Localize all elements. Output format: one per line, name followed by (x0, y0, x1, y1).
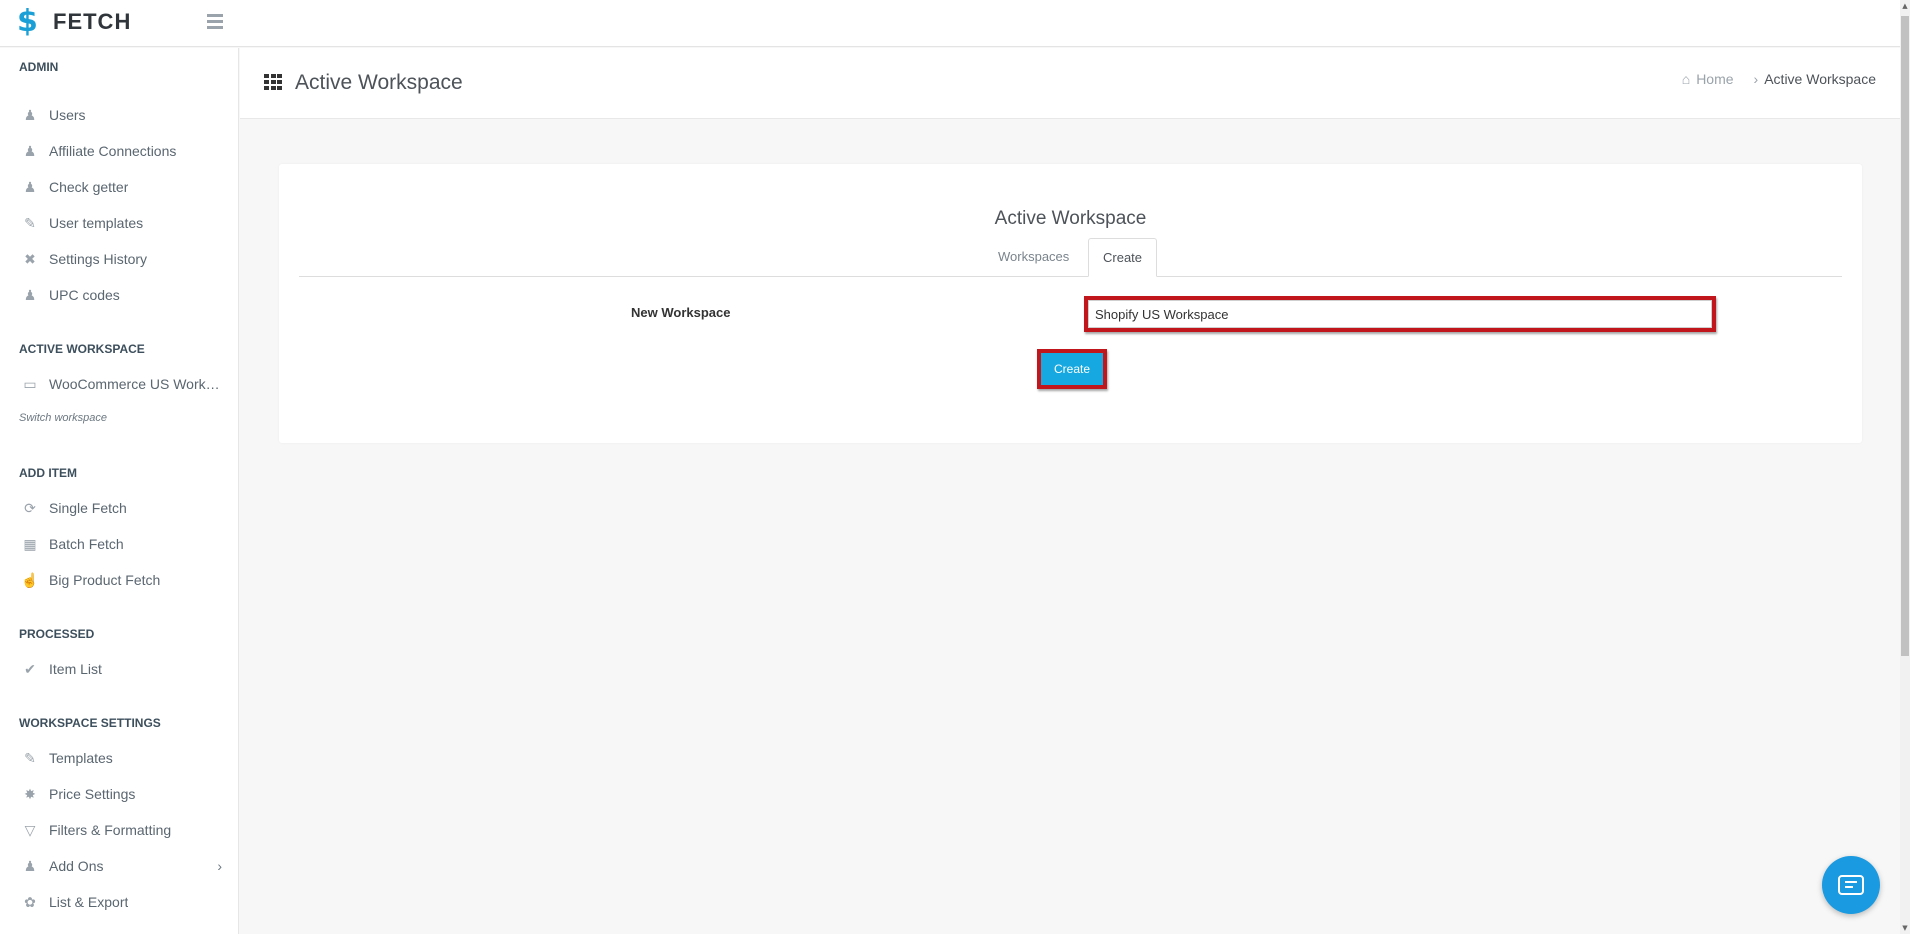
page-title: Active Workspace (295, 71, 463, 94)
grid-icon (264, 74, 282, 90)
sidebar-item-templates[interactable]: ✎ Templates (0, 743, 238, 773)
top-bar: $ FETCH (0, 0, 1910, 47)
section-title-active-workspace: ACTIVE WORKSPACE (19, 342, 145, 356)
sidebar-item-upc-codes[interactable]: ♟ UPC codes (0, 280, 238, 310)
users-icon: ♟ (23, 142, 37, 159)
breadcrumb: ⌂ Home › Active Workspace (1682, 71, 1876, 87)
scroll-thumb[interactable] (1901, 16, 1909, 656)
sidebar-item-label: List & Export (49, 894, 129, 910)
sidebar-item-label: WooCommerce US Workspace (49, 376, 224, 392)
create-button[interactable]: Create (1041, 353, 1103, 385)
new-workspace-field-highlight (1084, 296, 1716, 332)
user-plus-icon: ♟ (23, 857, 37, 874)
sidebar-item-filters-formatting[interactable]: ▽ Filters & Formatting (0, 815, 238, 845)
scroll-up-icon[interactable]: ▲ (1900, 0, 1910, 12)
sidebar-item-label: User templates (49, 215, 144, 231)
breadcrumb-current: Active Workspace (1764, 71, 1876, 87)
sidebar-item-affiliate-connections[interactable]: ♟ Affiliate Connections (0, 136, 238, 166)
chat-button[interactable] (1822, 856, 1880, 914)
sidebar-item-label: Check getter (49, 179, 129, 195)
batch-fetch-icon: ▦ (23, 535, 37, 552)
sidebar-item-item-list[interactable]: ✔ Item List (0, 654, 238, 684)
scrollbar[interactable]: ▲ ▼ (1900, 0, 1910, 934)
card-title: Active Workspace (994, 208, 1147, 229)
sidebar-item-label: Big Product Fetch (49, 572, 161, 588)
sidebar-item-big-product-fetch[interactable]: ☝ Big Product Fetch (0, 565, 238, 595)
sidebar-item-list-export[interactable]: ✿ List & Export (0, 887, 238, 917)
sidebar-item-add-ons[interactable]: ♟ Add Ons › (0, 851, 238, 881)
users-icon: ♟ (23, 286, 37, 303)
checklist-icon: ✔ (24, 660, 36, 677)
logo[interactable]: $ FETCH (17, 7, 131, 37)
sidebar-item-price-settings[interactable]: ✸ Price Settings (0, 779, 238, 809)
sidebar-item-label: UPC codes (49, 287, 120, 303)
sidebar: ADMIN ♟ Users ♟ Affiliate Connections ♟ … (0, 48, 239, 934)
section-title-processed: PROCESSED (19, 627, 95, 641)
sidebar-item-user-templates[interactable]: ✎ User templates (0, 208, 238, 238)
users-icon: ♟ (23, 106, 37, 123)
sidebar-item-single-fetch[interactable]: ⟳ Single Fetch (0, 493, 238, 523)
sidebar-item-label: Filters & Formatting (49, 822, 172, 838)
hamburger-menu-icon[interactable] (207, 14, 223, 32)
pencil-icon: ✎ (24, 214, 36, 231)
tag-icon: ✸ (24, 785, 36, 802)
new-workspace-label: New Workspace (631, 305, 731, 320)
sidebar-item-label: Settings History (49, 251, 148, 267)
breadcrumb-home-link[interactable]: Home (1696, 71, 1733, 87)
sidebar-item-label: Add Ons (49, 858, 104, 874)
switch-workspace-link[interactable]: Switch workspace (19, 412, 107, 424)
sidebar-item-label: Users (49, 107, 86, 123)
page-header: Active Workspace ⌂ Home › Active Workspa… (240, 48, 1900, 119)
tabs-divider (299, 276, 1842, 277)
history-icon: ✖ (24, 250, 36, 267)
single-fetch-icon: ⟳ (24, 499, 36, 516)
tab-workspaces[interactable]: Workspaces (984, 238, 1083, 276)
section-title-workspace-settings: WORKSPACE SETTINGS (19, 716, 161, 730)
pencil-icon: ✎ (24, 749, 36, 766)
wrench-icon: ✿ (24, 893, 36, 910)
sidebar-item-active-workspace[interactable]: ▭ WooCommerce US Workspace (0, 369, 238, 399)
sidebar-item-check-getter[interactable]: ♟ Check getter (0, 172, 238, 202)
app-name: FETCH (53, 9, 132, 34)
tab-create[interactable]: Create (1088, 238, 1158, 277)
sidebar-item-batch-fetch[interactable]: ▦ Batch Fetch (0, 529, 238, 559)
sidebar-item-label: Single Fetch (49, 500, 127, 516)
users-icon: ♟ (23, 178, 37, 195)
sidebar-item-label: Item List (49, 661, 102, 677)
monitor-icon: ▭ (23, 375, 37, 392)
create-button-highlight: Create (1037, 349, 1107, 389)
scroll-down-icon[interactable]: ▼ (1900, 922, 1910, 934)
sidebar-item-settings-history[interactable]: ✖ Settings History (0, 244, 238, 274)
new-workspace-input[interactable] (1088, 300, 1712, 328)
chevron-right-icon: › (1753, 71, 1759, 87)
sidebar-item-label: Price Settings (49, 786, 136, 802)
chat-icon (1838, 875, 1864, 895)
hand-icon: ☝ (21, 571, 39, 588)
sidebar-item-label: Templates (49, 750, 113, 766)
fetch-logo-icon: $ (17, 4, 38, 39)
home-icon: ⌂ (1681, 71, 1691, 87)
chevron-right-icon: › (217, 858, 222, 874)
workspace-card: Active Workspace Workspaces Create New W… (279, 164, 1862, 443)
sidebar-item-users[interactable]: ♟ Users (0, 100, 238, 130)
section-title-add-item: ADD ITEM (19, 466, 77, 480)
section-title-admin: ADMIN (19, 60, 59, 74)
sidebar-item-label: Affiliate Connections (49, 143, 177, 159)
filter-icon: ▽ (24, 821, 36, 838)
sidebar-item-label: Batch Fetch (49, 536, 124, 552)
